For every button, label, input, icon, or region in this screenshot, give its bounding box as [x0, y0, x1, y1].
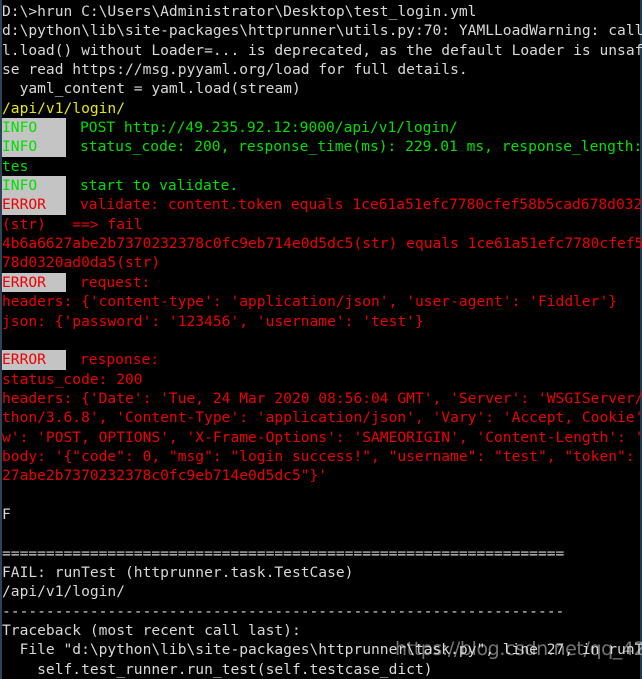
terminal-line: ERROR request: — [2, 272, 642, 293]
terminal-line: ERROR validate: content.token equals 1ce6… — [2, 195, 642, 215]
terminal-line-text: body: '{"code": 0, "msg": "login success… — [2, 447, 642, 465]
terminal-line-text: ========================================… — [2, 544, 565, 562]
terminal-line-text: json: {'password': '123456', 'username':… — [2, 312, 424, 330]
terminal-line-text: File "d:\python\lib\site-packages\httpru… — [2, 641, 642, 659]
log-badge-gap — [66, 350, 80, 369]
terminal-line: INFO POST http://49.235.92.12:9000/api/v1… — [2, 118, 642, 138]
terminal-line-text: tes — [2, 157, 29, 175]
terminal-line: File "d:\python\lib\site-packages\httpru… — [2, 640, 642, 659]
terminal-line: 27abe2b7370232378c0fc9eb714e0d5dc5"}' — [2, 466, 642, 485]
terminal-line-text: yaml_content = yaml.load(stream) — [2, 80, 301, 98]
terminal-line: body: '{"code": 0, "msg": "login success… — [2, 447, 642, 466]
terminal-line-text: /api/v1/login/ — [2, 99, 126, 117]
terminal-line-text: 4b6a6627abe2b7370232378c0fc9eb714e0d5dc5… — [2, 235, 642, 253]
terminal-line-text: thon/3.6.8', 'Content-Type': 'applicatio… — [2, 409, 642, 427]
terminal-line-text: D:\>hrun C:\Users\Administrator\Desktop\… — [2, 3, 477, 20]
terminal-line: yaml_content = yaml.load(stream) — [2, 79, 642, 98]
log-level-badge-info: INFO — [2, 118, 66, 138]
terminal-line: headers: {'Date': 'Tue, 24 Mar 2020 08:5… — [2, 389, 642, 408]
log-badge-gap — [66, 137, 80, 156]
log-level-badge-error: ERROR — [2, 272, 66, 293]
terminal-line: self.test_runner.run_test(self.testcase_… — [2, 660, 642, 679]
terminal-line-text: self.test_runner.run_test(self.testcase_… — [2, 660, 433, 678]
terminal-line: F — [2, 505, 642, 524]
terminal-line: Traceback (most recent call last): — [2, 621, 642, 640]
terminal-line-text: status_code: 200, response_time(ms): 229… — [80, 138, 642, 156]
log-level-badge-info: INFO — [2, 176, 66, 196]
terminal-line: ERROR response: — [2, 350, 642, 370]
terminal-line: status_code: 200 — [2, 370, 642, 389]
terminal-line-text: F — [2, 505, 11, 523]
terminal-line: FAIL: runTest (httprunner.task.TestCase) — [2, 563, 642, 582]
terminal-line: INFO status_code: 200, response_time(ms):… — [2, 137, 642, 157]
terminal-line: INFO start to validate. — [2, 176, 642, 196]
terminal-line-text: validate: content.token equals 1ce61a51e… — [80, 196, 642, 214]
terminal-line-text: /api/v1/login/ — [2, 583, 126, 601]
terminal-line-text: POST http://49.235.92.12:9000/api/v1/log… — [80, 119, 458, 137]
log-level-badge-error: ERROR — [2, 195, 66, 215]
terminal-line: ----------------------------------------… — [2, 602, 642, 621]
terminal-line-text: status_code: 200 — [2, 370, 143, 388]
log-level-badge-error: ERROR — [2, 350, 66, 370]
terminal-line-text: start to validate. — [80, 177, 239, 195]
log-badge-gap — [66, 176, 80, 195]
terminal-line: 4b6a6627abe2b7370232378c0fc9eb714e0d5dc5… — [2, 234, 642, 253]
terminal-line-text: 78d0320ad0da5(str) — [2, 254, 161, 272]
terminal-line-text: l.load() without Loader=... is deprecate… — [2, 41, 642, 59]
terminal-line: se read https://msg.pyyaml.org/load for … — [2, 60, 642, 79]
log-badge-gap — [66, 195, 80, 214]
terminal-line-text: FAIL: runTest (httprunner.task.TestCase) — [2, 563, 354, 581]
terminal-line-text: d:\python\lib\site-packages\httprunner\u… — [2, 22, 642, 40]
terminal-output: D:\>hrun C:\Users\Administrator\Desktop\… — [2, 2, 642, 679]
terminal-line: 78d0320ad0da5(str) — [2, 253, 642, 272]
log-level-badge-info: INFO — [2, 137, 66, 157]
terminal-line: /api/v1/login/ — [2, 99, 642, 118]
terminal-line: tes — [2, 157, 642, 176]
terminal-line: ========================================… — [2, 544, 642, 563]
terminal-line: l.load() without Loader=... is deprecate… — [2, 41, 642, 60]
terminal-line-text: (str) ==> fail — [2, 215, 143, 233]
terminal-line-text: se read https://msg.pyyaml.org/load for … — [2, 61, 468, 79]
log-badge-gap — [66, 273, 80, 292]
terminal-line-text: request: — [80, 273, 151, 291]
terminal-line-text: ----------------------------------------… — [2, 602, 565, 620]
terminal-line: json: {'password': '123456', 'username':… — [2, 312, 642, 331]
terminal-line: d:\python\lib\site-packages\httprunner\u… — [2, 21, 642, 40]
terminal-line: /api/v1/login/ — [2, 582, 642, 601]
terminal-line: (str) ==> fail — [2, 215, 642, 234]
terminal-line: thon/3.6.8', 'Content-Type': 'applicatio… — [2, 408, 642, 427]
terminal-window[interactable]: D:\>hrun C:\Users\Administrator\Desktop\… — [0, 0, 642, 679]
terminal-line-text: w': 'POST, OPTIONS', 'X-Frame-Options': … — [2, 428, 642, 446]
terminal-line-text: headers: {'content-type': 'application/j… — [2, 293, 618, 311]
log-badge-gap — [66, 118, 80, 137]
terminal-line: headers: {'content-type': 'application/j… — [2, 292, 642, 311]
terminal-line-text: Traceback (most recent call last): — [2, 622, 301, 639]
terminal-line-text: headers: {'Date': 'Tue, 24 Mar 2020 08:5… — [2, 389, 642, 407]
terminal-line: w': 'POST, OPTIONS', 'X-Frame-Options': … — [2, 428, 642, 447]
terminal-line: D:\>hrun C:\Users\Administrator\Desktop\… — [2, 2, 642, 21]
terminal-line-text: response: — [80, 351, 160, 369]
terminal-line-text: 27abe2b7370232378c0fc9eb714e0d5dc5"}' — [2, 467, 328, 485]
